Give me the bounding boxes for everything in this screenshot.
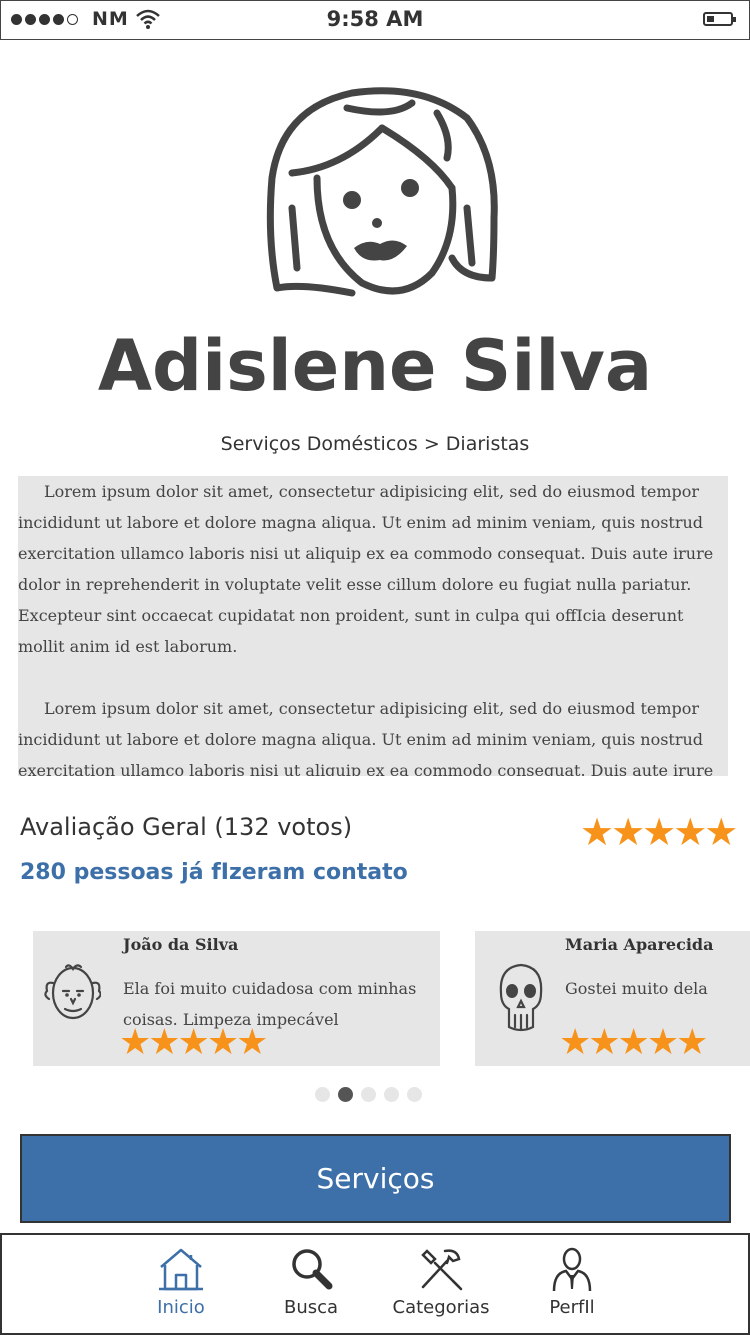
tools-icon [421, 1249, 463, 1291]
battery-icon [703, 12, 736, 26]
review-card[interactable]: Maria Aparecida Gostei muito dela ★★★★★ [475, 931, 750, 1066]
search-icon [292, 1249, 333, 1290]
tab-bar: Inicio Busca Categorias PerfIl [0, 1233, 750, 1335]
review-stars: ★★★★★ [559, 1022, 708, 1063]
services-button[interactable]: Serviços [20, 1134, 731, 1223]
profile-description: Lorem ipsum dolor sit amet, consectetur … [18, 476, 728, 776]
status-bar: NM 9:58 AM [0, 0, 750, 40]
status-time: 9:58 AM [326, 7, 424, 31]
pager-dot[interactable] [407, 1087, 422, 1102]
tab-inicio[interactable]: Inicio [131, 1245, 231, 1318]
person-icon [552, 1247, 592, 1292]
pager-dot[interactable] [384, 1087, 399, 1102]
review-pager [315, 1087, 422, 1102]
home-icon [159, 1248, 203, 1291]
old-man-avatar-icon [44, 964, 101, 1020]
review-text: Gostei muito dela [565, 979, 708, 998]
review-card[interactable]: João da Silva Ela foi muito cuidadosa co… [33, 931, 440, 1066]
review-stars: ★★★★★ [119, 1022, 268, 1063]
profile-name: Adislene Silva [97, 325, 653, 407]
pager-dot-active[interactable] [338, 1087, 353, 1102]
tab-perfil[interactable]: PerfIl [522, 1245, 622, 1318]
tab-categorias[interactable]: Categorias [391, 1245, 491, 1318]
skull-avatar-icon [499, 963, 543, 1032]
tab-label: Busca [283, 1297, 339, 1318]
reviewer-name: Maria Aparecida [565, 935, 714, 954]
tab-label: Inicio [157, 1297, 205, 1318]
overall-rating-label: Avaliação Geral (132 votos) [20, 813, 353, 841]
contacts-count: 280 pessoas já fIzeram contato [20, 860, 408, 885]
tab-label: Categorias [392, 1297, 490, 1318]
woman-avatar-icon [266, 87, 498, 297]
reviewer-name: João da Silva [123, 935, 239, 954]
pager-dot[interactable] [361, 1087, 376, 1102]
overall-rating-stars: ★★★★★ [580, 810, 738, 854]
tab-busca[interactable]: Busca [261, 1245, 361, 1318]
tab-label: PerfIl [549, 1297, 595, 1318]
description-paragraph: Lorem ipsum dolor sit amet, consectetur … [18, 482, 714, 656]
description-paragraph: Lorem ipsum dolor sit amet, consectetur … [18, 699, 714, 776]
pager-dot[interactable] [315, 1087, 330, 1102]
profile-category-breadcrumb: Serviços Domésticos > Diaristas [220, 433, 530, 455]
